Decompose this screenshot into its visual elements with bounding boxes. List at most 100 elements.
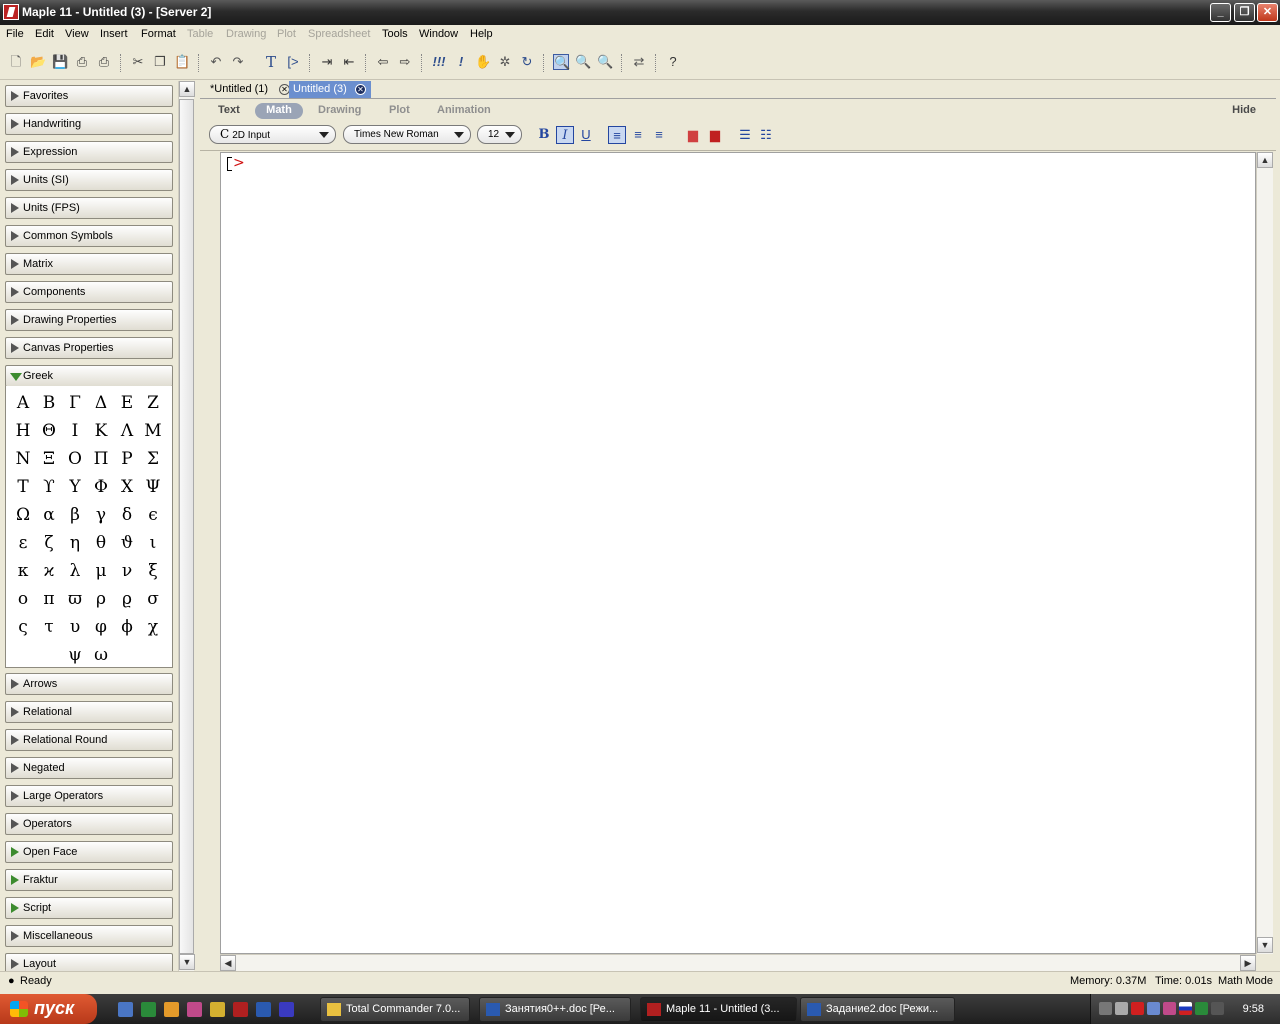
worksheet-area[interactable]: > [220,152,1256,954]
scroll-down-icon[interactable]: ▼ [1257,937,1273,953]
palette-script-header[interactable]: Script [5,897,173,919]
underline-button[interactable]: U [577,126,595,144]
word-icon[interactable] [256,1002,271,1017]
help-icon[interactable]: ? [665,54,681,70]
palette-arrows-header[interactable]: Arrows [5,673,173,695]
debug-icon[interactable]: ✲ [497,54,513,70]
menu-window[interactable]: Window [419,28,458,40]
greek-symbol[interactable]: ζ [36,529,62,557]
mode-plot[interactable]: Plot [383,103,416,119]
highlight-color-icon[interactable]: ▆ [704,126,726,144]
palette-scrollbar[interactable]: ▲ ▼ [178,81,195,971]
menu-edit[interactable]: Edit [35,28,54,40]
greek-symbol[interactable]: ρ [88,585,114,613]
greek-symbol[interactable]: Ω [10,501,36,529]
greek-symbol[interactable]: β [62,501,88,529]
tray-arrow-icon[interactable] [1099,1002,1112,1015]
greek-symbol[interactable]: η [62,529,88,557]
palette-components-header[interactable]: Components [5,281,173,303]
palette-miscellaneous-header[interactable]: Miscellaneous [5,925,173,947]
scroll-up-icon[interactable]: ▲ [179,81,195,97]
greek-symbol[interactable]: δ [114,501,140,529]
palette-negated-header[interactable]: Negated [5,757,173,779]
worksheet-horizontal-scrollbar[interactable]: ◀ ▶ [220,954,1256,971]
start-button[interactable]: пуск [0,994,97,1024]
greek-symbol[interactable]: γ [88,501,114,529]
greek-symbol[interactable]: ϰ [36,557,62,585]
numbered-list-icon[interactable]: ☷ [757,126,775,144]
palette-expression-header[interactable]: Expression [5,141,173,163]
excel-icon[interactable] [141,1002,156,1017]
greek-symbol[interactable]: χ [140,613,166,641]
tray-app-icon[interactable] [1163,1002,1176,1015]
zoom-out-icon[interactable]: 🔍 [597,54,613,70]
greek-symbol[interactable]: υ [62,613,88,641]
greek-symbol[interactable]: λ [62,557,88,585]
tray-antivirus-icon[interactable] [1131,1002,1144,1015]
mode-math[interactable]: Math [255,103,303,119]
greek-symbol[interactable]: ι [140,529,166,557]
greek-symbol[interactable]: ψ [62,641,88,669]
palette-fraktur-header[interactable]: Fraktur [5,869,173,891]
indent-icon[interactable]: ⇥ [319,54,335,70]
greek-symbol[interactable]: ϒ [36,473,62,501]
tray-volume-icon[interactable] [1147,1002,1160,1015]
tab-untitled-3[interactable]: Untitled (3) ✕ [289,81,371,98]
greek-symbol[interactable]: Ρ [114,445,140,473]
greek-symbol[interactable]: ν [114,557,140,585]
palette-units-si-header[interactable]: Units (SI) [5,169,173,191]
mode-drawing[interactable]: Drawing [312,103,367,119]
palette-greek-header[interactable]: Greek [5,365,173,387]
menu-file[interactable]: File [6,28,24,40]
greek-symbol[interactable]: Ι [62,417,88,445]
greek-symbol[interactable]: Φ [88,473,114,501]
close-button[interactable]: ✕ [1257,3,1278,22]
menu-drawing[interactable]: Drawing [226,28,266,40]
greek-symbol[interactable]: Υ [62,473,88,501]
toggle-mode-icon[interactable]: ⇄ [631,54,647,70]
greek-symbol[interactable]: Θ [36,417,62,445]
align-right-icon[interactable]: ≡ [650,126,668,144]
greek-symbol[interactable]: ς [10,613,36,641]
language-flag-icon[interactable] [1179,1002,1192,1015]
greek-symbol[interactable]: Π [88,445,114,473]
text-color-icon[interactable]: ▆ [682,126,704,144]
greek-symbol[interactable]: ϑ [114,529,140,557]
greek-symbol[interactable]: φ [88,613,114,641]
redo-icon[interactable]: ↷ [230,54,246,70]
greek-symbol[interactable]: Σ [140,445,166,473]
zoom-100-icon[interactable]: 🔍 [553,54,570,70]
maple-icon[interactable] [233,1002,248,1017]
open-folder-icon[interactable]: 📂 [30,54,46,70]
tray-app-icon[interactable] [1211,1002,1224,1015]
task-word-doc-1[interactable]: Занятия0++.doc [Ре... [479,997,631,1022]
greek-symbol[interactable]: κ [10,557,36,585]
tray-network-icon[interactable] [1115,1002,1128,1015]
align-center-icon[interactable]: ≡ [629,126,647,144]
print-icon[interactable]: ⎙ [74,54,90,70]
greek-symbol[interactable]: ε [10,529,36,557]
greek-symbol[interactable]: Ν [10,445,36,473]
palette-canvas-properties-header[interactable]: Canvas Properties [5,337,173,359]
greek-symbol[interactable]: Χ [114,473,140,501]
menu-view[interactable]: View [65,28,89,40]
quicklaunch-app-icon[interactable] [279,1002,294,1017]
forward-arrow-icon[interactable]: ⇨ [397,54,413,70]
greek-symbol[interactable]: Η [10,417,36,445]
palette-common-symbols-header[interactable]: Common Symbols [5,225,173,247]
menu-tools[interactable]: Tools [382,28,408,40]
cut-icon[interactable]: ✂ [130,54,146,70]
greek-symbol[interactable]: Κ [88,417,114,445]
greek-symbol[interactable]: Λ [114,417,140,445]
greek-symbol[interactable]: ο [10,585,36,613]
greek-symbol[interactable]: ξ [140,557,166,585]
greek-symbol[interactable]: Α [10,389,36,417]
palette-layout-header[interactable]: Layout [5,953,173,971]
greek-symbol[interactable]: α [36,501,62,529]
scroll-down-icon[interactable]: ▼ [179,954,195,970]
greek-symbol[interactable]: Δ [88,389,114,417]
greek-symbol[interactable]: Ε [114,389,140,417]
palette-matrix-header[interactable]: Matrix [5,253,173,275]
menu-spreadsheet[interactable]: Spreadsheet [308,28,370,40]
new-document-icon[interactable]: 🗋 [8,54,24,70]
